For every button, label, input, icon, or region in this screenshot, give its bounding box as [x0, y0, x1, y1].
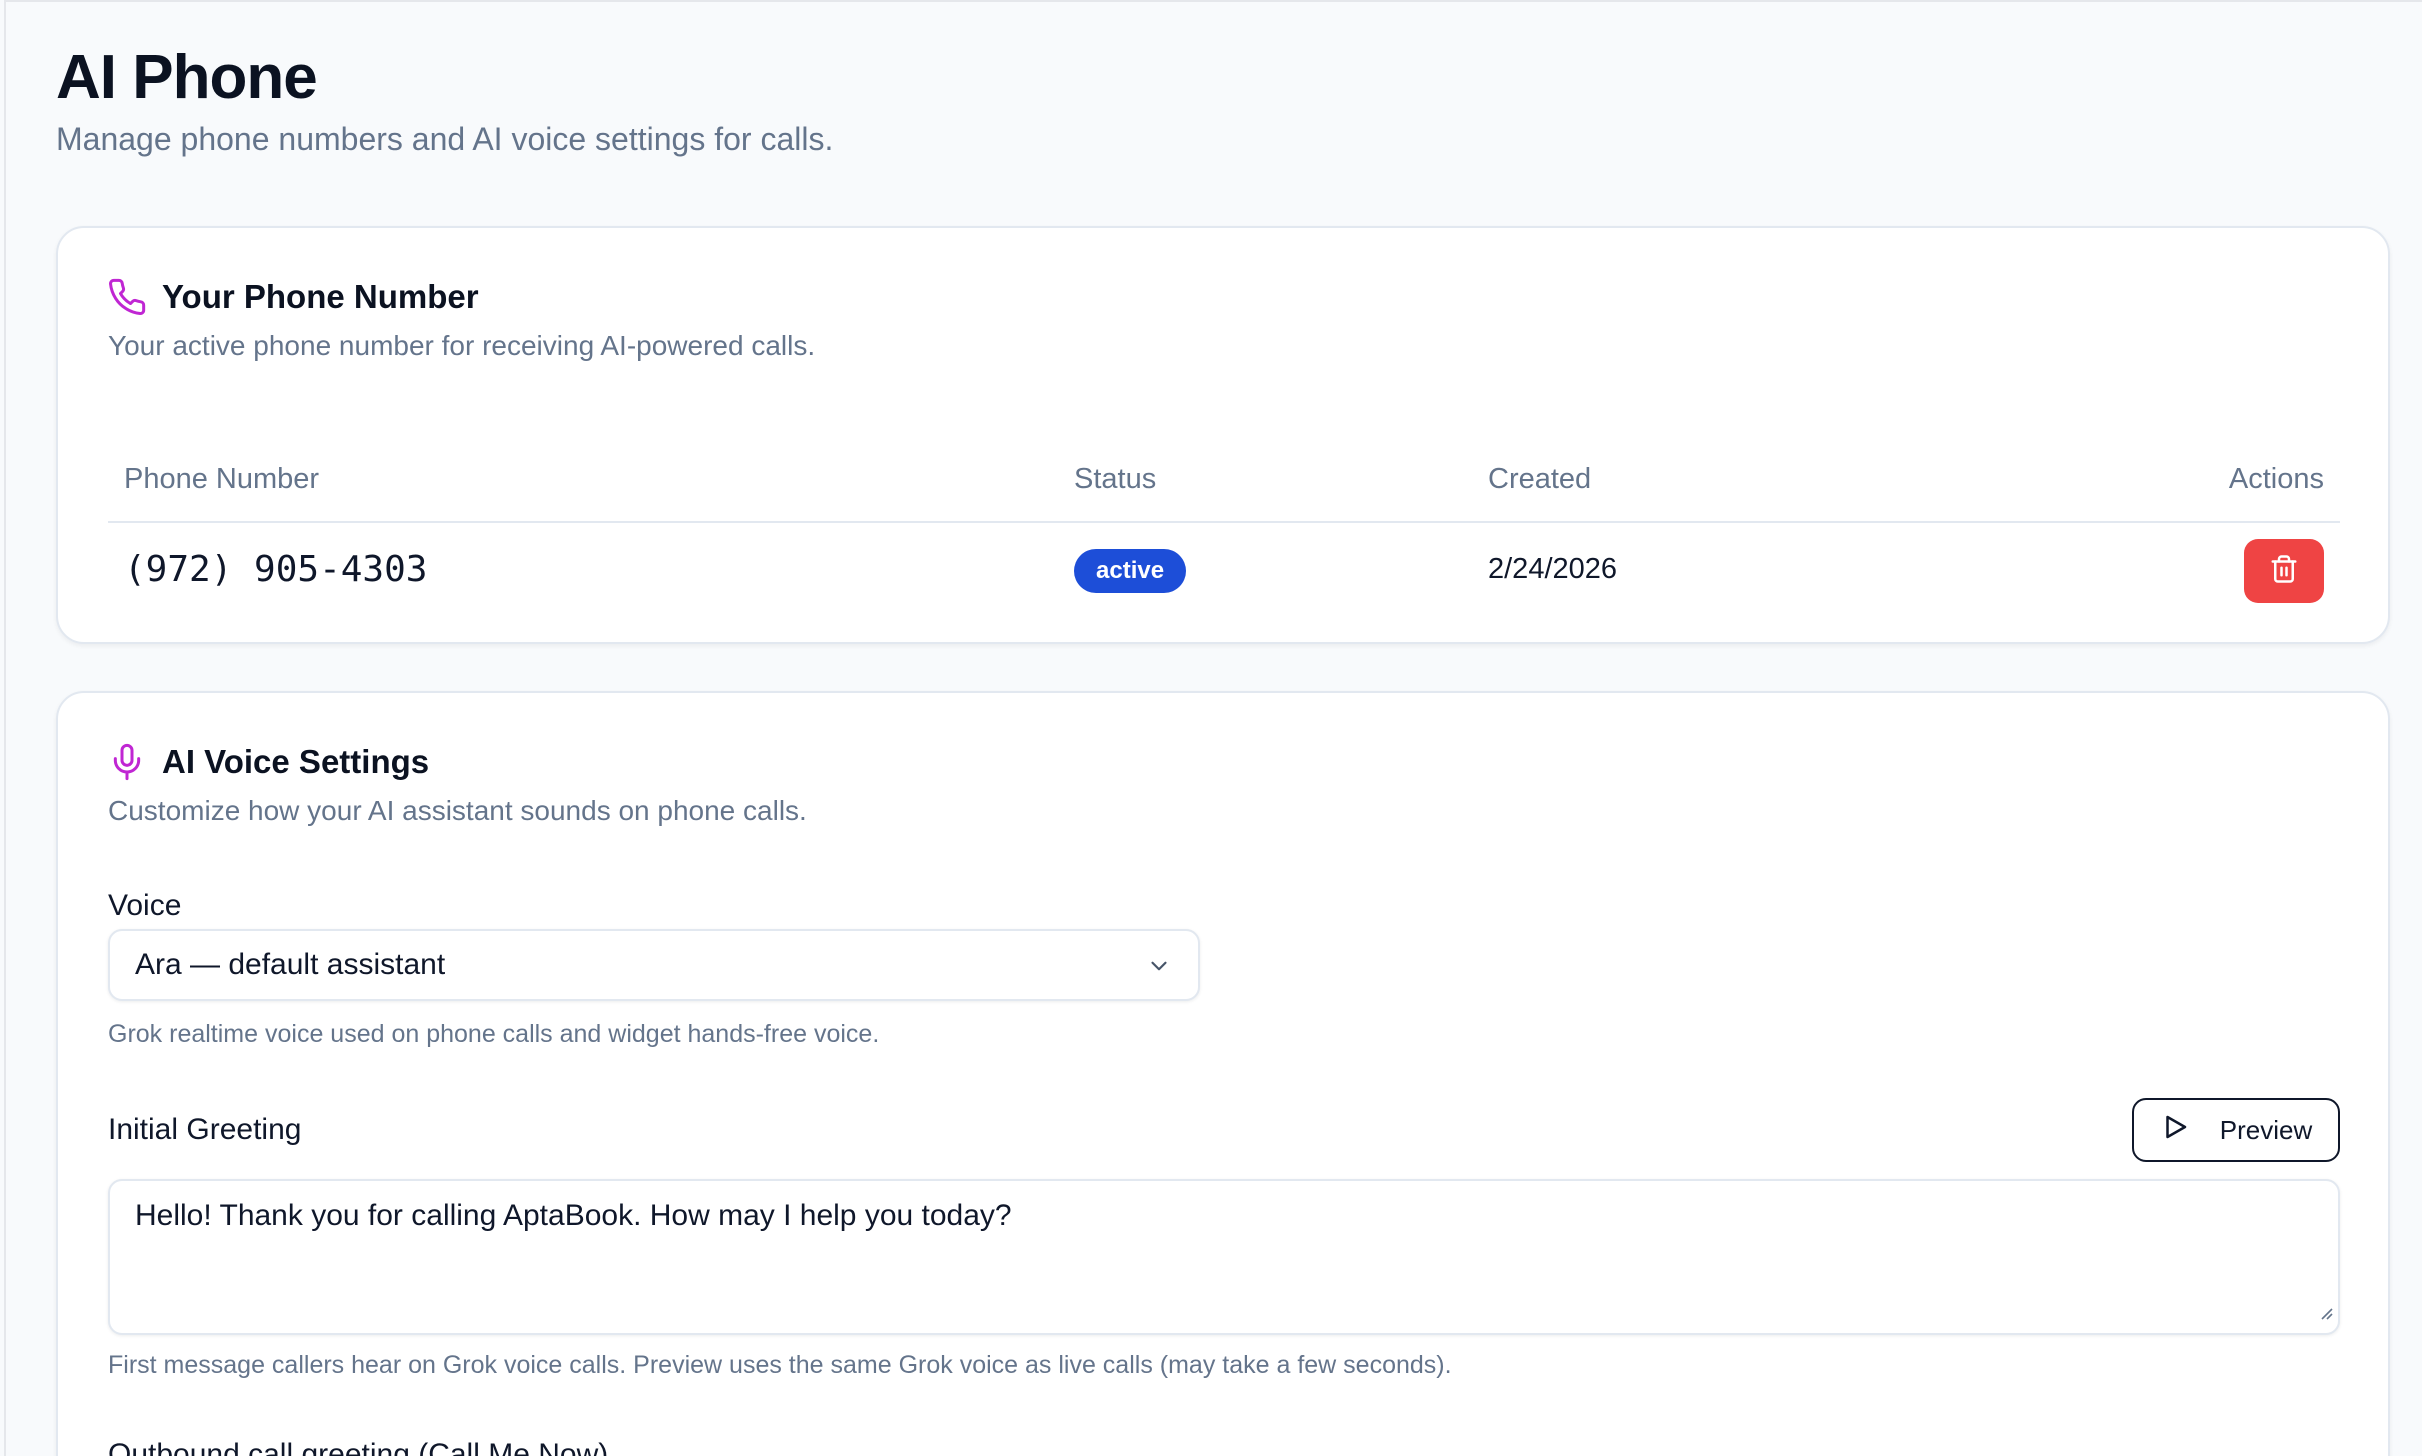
column-header-status: Status — [1074, 463, 1157, 495]
phone-card-title: Your Phone Number — [162, 278, 479, 315]
phone-card-header: Your Phone Number — [106, 276, 479, 318]
phone-icon — [106, 276, 148, 318]
voice-card-title: AI Voice Settings — [162, 743, 430, 780]
page-title: AI Phone — [56, 43, 318, 112]
phone-card-description: Your active phone number for receiving A… — [108, 330, 816, 361]
play-icon — [2160, 1112, 2220, 1149]
page: AI Phone Manage phone numbers and AI voi… — [4, 0, 2422, 1456]
resize-handle-icon[interactable] — [2316, 1295, 2334, 1329]
page-header: AI Phone Manage phone numbers and AI voi… — [56, 40, 833, 160]
preview-button-label: Preview — [2219, 1114, 2313, 1145]
delete-phone-button[interactable] — [2244, 539, 2324, 603]
column-header-phone-number: Phone Number — [124, 463, 320, 495]
voice-card-header: AI Voice Settings — [106, 741, 429, 783]
column-header-actions: Actions — [2228, 463, 2324, 495]
phone-table: Phone Number Status Created Actions (972… — [108, 433, 2340, 621]
page-subtitle: Manage phone numbers and AI voice settin… — [56, 121, 834, 157]
phone-table-header: Phone Number Status Created Actions — [108, 433, 2340, 523]
voice-select-value: Ara — default assistant — [135, 948, 446, 981]
microphone-icon — [106, 741, 148, 783]
table-row: (972) 905-4303 active 2/24/2026 — [108, 523, 2340, 621]
voice-card-description: Customize how your AI assistant sounds o… — [108, 795, 807, 826]
preview-button[interactable]: Preview — [2132, 1098, 2340, 1162]
outbound-greeting-label: Outbound call greeting (Call Me Now) — [108, 1438, 609, 1456]
initial-greeting-value: Hello! Thank you for calling AptaBook. H… — [135, 1199, 1012, 1232]
greeting-help-text: First message callers hear on Grok voice… — [108, 1351, 1452, 1379]
phone-number-value: (972) 905-4303 — [124, 549, 428, 590]
initial-greeting-label: Initial Greeting — [108, 1113, 302, 1146]
column-header-created: Created — [1488, 463, 1592, 495]
voice-select[interactable]: Ara — default assistant — [108, 929, 1200, 1001]
status-badge: active — [1074, 549, 1187, 593]
initial-greeting-textarea[interactable]: Hello! Thank you for calling AptaBook. H… — [108, 1179, 2340, 1335]
ai-voice-settings-card: AI Voice Settings Customize how your AI … — [56, 691, 2390, 1456]
created-date: 2/24/2026 — [1488, 553, 1618, 585]
voice-help-text: Grok realtime voice used on phone calls … — [108, 1020, 880, 1048]
chevron-down-icon — [1146, 953, 1172, 987]
trash-icon — [2269, 554, 2299, 589]
voice-label: Voice — [108, 889, 182, 922]
phone-number-card: Your Phone Number Your active phone numb… — [56, 226, 2390, 644]
